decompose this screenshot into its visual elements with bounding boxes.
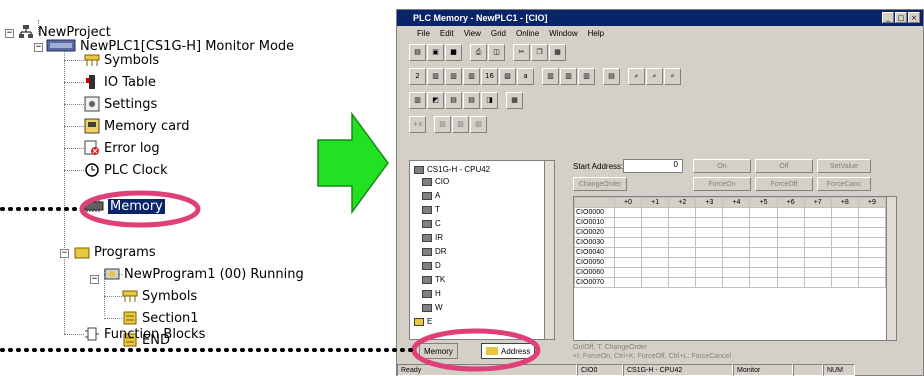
memory-highlight-ellipse bbox=[79, 190, 201, 228]
address-highlight-ellipse bbox=[411, 328, 541, 372]
highlight-overlay bbox=[0, 190, 541, 372]
